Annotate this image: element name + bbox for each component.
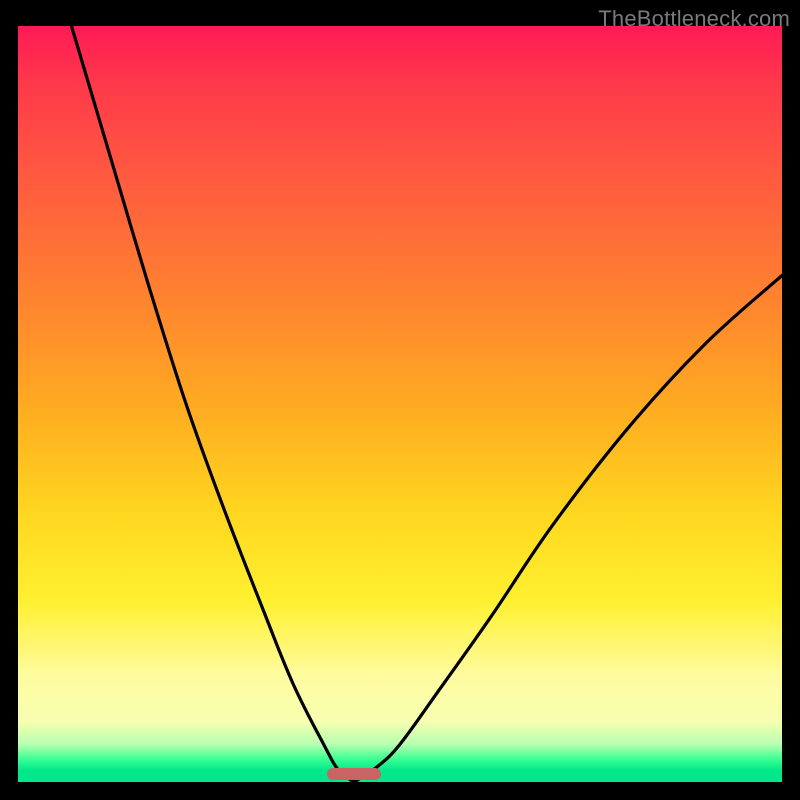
plot-area bbox=[18, 26, 782, 782]
curves-svg bbox=[18, 26, 782, 782]
right-curve bbox=[354, 275, 782, 782]
figure-frame: TheBottleneck.com bbox=[0, 0, 800, 800]
vertex-marker bbox=[327, 768, 380, 780]
left-curve bbox=[71, 26, 354, 782]
watermark-text: TheBottleneck.com bbox=[598, 6, 790, 32]
